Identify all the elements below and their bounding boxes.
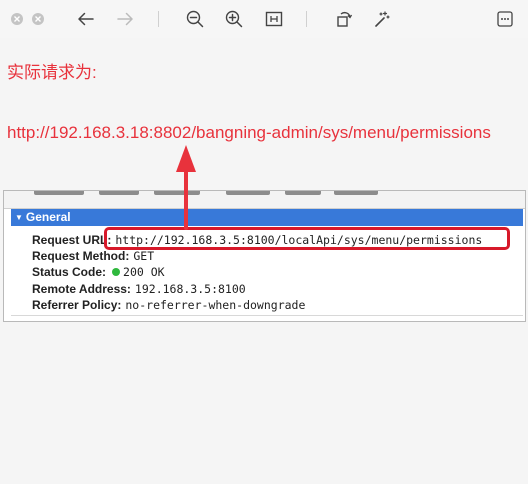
header-value: 200 OK xyxy=(123,265,165,279)
viewer-toolbar xyxy=(0,0,528,38)
annotation-title: 实际请求为: xyxy=(7,63,97,82)
tab-cookies[interactable] xyxy=(334,191,378,195)
header-row-remote-address: Remote Address: 192.168.3.5:8100 xyxy=(32,282,246,297)
devtools-headers-panel: ▼ General Request URL: http://192.168.3.5:… xyxy=(3,190,526,322)
devtools-tab-strip xyxy=(4,191,525,209)
tab-preview[interactable] xyxy=(99,191,139,195)
header-key: Referrer Policy: xyxy=(32,298,122,312)
header-key: Status Code: xyxy=(32,265,107,279)
collapse-triangle-icon: ▼ xyxy=(15,213,23,222)
close-icon[interactable] xyxy=(11,13,23,25)
zoom-in-icon[interactable] xyxy=(220,5,248,33)
header-key: Remote Address: xyxy=(32,282,131,296)
header-row-referrer-policy: Referrer Policy: no-referrer-when-downgra… xyxy=(32,298,305,313)
toolbar-divider xyxy=(158,11,159,27)
zoom-out-icon[interactable] xyxy=(181,5,209,33)
tab-timing[interactable] xyxy=(285,191,321,195)
toolbar-divider xyxy=(306,11,307,27)
tab-response[interactable] xyxy=(154,191,200,195)
header-value: 192.168.3.5:8100 xyxy=(134,282,246,296)
header-row-request-method: Request Method: GET xyxy=(32,249,154,264)
general-section-title: General xyxy=(25,210,71,224)
annotation-url: http://192.168.3.18:8802/bangning-admin/… xyxy=(7,123,491,142)
forward-arrow-icon[interactable] xyxy=(111,5,139,33)
magic-wand-icon[interactable] xyxy=(368,5,396,33)
minimize-icon[interactable] xyxy=(32,13,44,25)
rotate-icon[interactable] xyxy=(330,5,358,33)
header-row-status-code: Status Code: 200 OK xyxy=(32,265,165,280)
header-value: GET xyxy=(133,249,155,263)
fit-icon[interactable] xyxy=(260,5,288,33)
tab-headers[interactable] xyxy=(34,191,84,195)
request-url-highlight xyxy=(104,227,510,250)
header-value: no-referrer-when-downgrade xyxy=(125,298,306,312)
header-key: Request Method: xyxy=(32,249,130,263)
status-ok-icon xyxy=(112,268,121,276)
back-arrow-icon[interactable] xyxy=(72,5,100,33)
section-divider xyxy=(11,315,523,316)
tab-initiator[interactable] xyxy=(226,191,270,195)
general-section-header[interactable]: ▼ General xyxy=(11,209,523,226)
header-key: Request URL: xyxy=(32,233,112,247)
more-icon[interactable] xyxy=(491,5,519,33)
